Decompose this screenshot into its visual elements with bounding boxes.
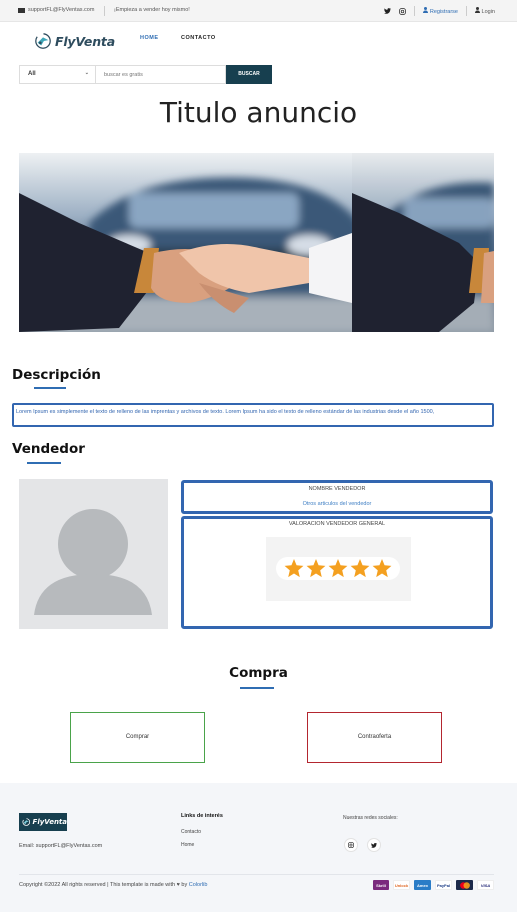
heading-underline — [34, 387, 66, 389]
category-selected: All — [28, 71, 36, 77]
site-footer: FlyVenta Email: supportFL@FlyVentas.com … — [0, 783, 517, 912]
star-icon — [328, 559, 348, 578]
footer-link-contacto[interactable]: Contacto — [181, 829, 201, 835]
rating-panel — [266, 537, 411, 601]
nav-home[interactable]: HOME — [140, 35, 159, 41]
payment-methods: Skrill Unlock Amex PayPal VISA — [373, 880, 494, 890]
register-link[interactable]: Registrarse — [423, 7, 458, 15]
divider — [104, 6, 105, 16]
footer-email: Email: supportFL@FlyVentas.com — [19, 843, 103, 849]
buy-button[interactable]: Comprar — [70, 712, 205, 763]
seller-other-items-link[interactable]: Otros articulos del vendedor — [184, 501, 490, 507]
copyright-text: Copyright ©2022 All rights reserved | Th… — [19, 882, 176, 888]
footer-social-heading: Nuestras redes sociales: — [343, 815, 398, 821]
login-link[interactable]: Login — [475, 7, 495, 15]
instagram-icon — [348, 842, 354, 848]
divider — [414, 6, 416, 16]
search-button[interactable]: BUSCAR — [226, 65, 272, 84]
logo-mark-icon — [35, 33, 51, 49]
mastercard-icon — [456, 880, 473, 890]
logo-text: FlyVenta — [55, 33, 115, 49]
register-label: Registrarse — [429, 9, 458, 15]
handshake-photo — [19, 153, 494, 332]
copyright: Copyright ©2022 All rights reserved | Th… — [19, 882, 207, 888]
skrill-icon: Skrill — [373, 880, 389, 890]
seller-name: NOMBRE VENDEDOR — [308, 486, 366, 492]
listing-title: Titulo anuncio — [159, 96, 358, 129]
seller-heading: Vendedor — [12, 441, 85, 457]
site-header: FlyVenta HOME CONTACTO — [0, 22, 517, 62]
seller-rating-label: VALORACION VENDEDOR GENERAL — [288, 521, 386, 527]
logo-mark-icon — [22, 818, 31, 826]
user-icon — [475, 7, 480, 13]
star-icon — [306, 559, 326, 578]
star-rating — [276, 557, 400, 580]
counter-offer-button[interactable]: Contraoferta — [307, 712, 442, 763]
heading-underline — [240, 687, 274, 689]
topbar-email[interactable]: supportFL@FlyVentas.com — [18, 7, 94, 13]
seller-rating-box: VALORACION VENDEDOR GENERAL — [181, 516, 493, 629]
listing-image[interactable] — [19, 153, 494, 332]
category-select[interactable]: All ⌄ — [19, 65, 96, 84]
footer-links-heading: Links de interés — [181, 813, 223, 819]
star-icon — [372, 559, 392, 578]
unlock-icon: Unlock — [393, 880, 410, 890]
seller-avatar — [19, 479, 168, 629]
mastercard-circles — [459, 881, 470, 889]
heading-underline — [27, 462, 61, 464]
footer-twitter-button[interactable] — [367, 838, 381, 852]
user-placeholder-icon — [34, 509, 152, 615]
copyright-by: by — [181, 882, 188, 888]
site-logo[interactable]: FlyVenta — [34, 32, 115, 50]
topbar-tagline: ¡Empieza a vender hoy mismo! — [114, 7, 190, 13]
nav-contact[interactable]: CONTACTO — [181, 35, 216, 41]
star-icon — [350, 559, 370, 578]
search-bar: All ⌄ BUSCAR — [19, 65, 272, 84]
description-text: Lorem Ipsum es simplemente el texto de r… — [12, 403, 494, 427]
user-icon — [423, 7, 429, 13]
top-bar: supportFL@FlyVentas.com ¡Empieza a vende… — [0, 0, 517, 22]
purchase-heading: Compra — [229, 665, 288, 681]
colorlib-link[interactable]: Colorlib — [189, 882, 208, 888]
topbar-email-text: supportFL@FlyVentas.com — [28, 7, 95, 13]
seller-info-box: NOMBRE VENDEDOR Otros articulos del vend… — [181, 480, 493, 514]
search-input[interactable] — [96, 65, 226, 84]
footer-divider — [19, 874, 494, 875]
twitter-icon[interactable] — [384, 8, 392, 14]
login-label: Login — [481, 9, 495, 15]
star-icon — [284, 559, 304, 578]
description-heading: Descripción — [12, 367, 101, 383]
amex-icon: Amex — [414, 880, 431, 890]
footer-link-home[interactable]: Home — [181, 842, 194, 848]
visa-icon: VISA — [477, 880, 494, 890]
envelope-icon — [18, 7, 25, 13]
footer-instagram-button[interactable] — [344, 838, 358, 852]
topbar-actions: Registrarse Login — [384, 6, 495, 16]
instagram-icon[interactable] — [399, 7, 407, 15]
paypal-icon: PayPal — [435, 880, 452, 890]
divider — [466, 6, 467, 16]
twitter-icon — [371, 842, 377, 848]
footer-logo[interactable]: FlyVenta — [19, 813, 67, 831]
heart-icon: ♥ — [176, 882, 180, 888]
footer-logo-text: FlyVenta — [32, 818, 67, 826]
chevron-down-icon: ⌄ — [84, 70, 89, 76]
